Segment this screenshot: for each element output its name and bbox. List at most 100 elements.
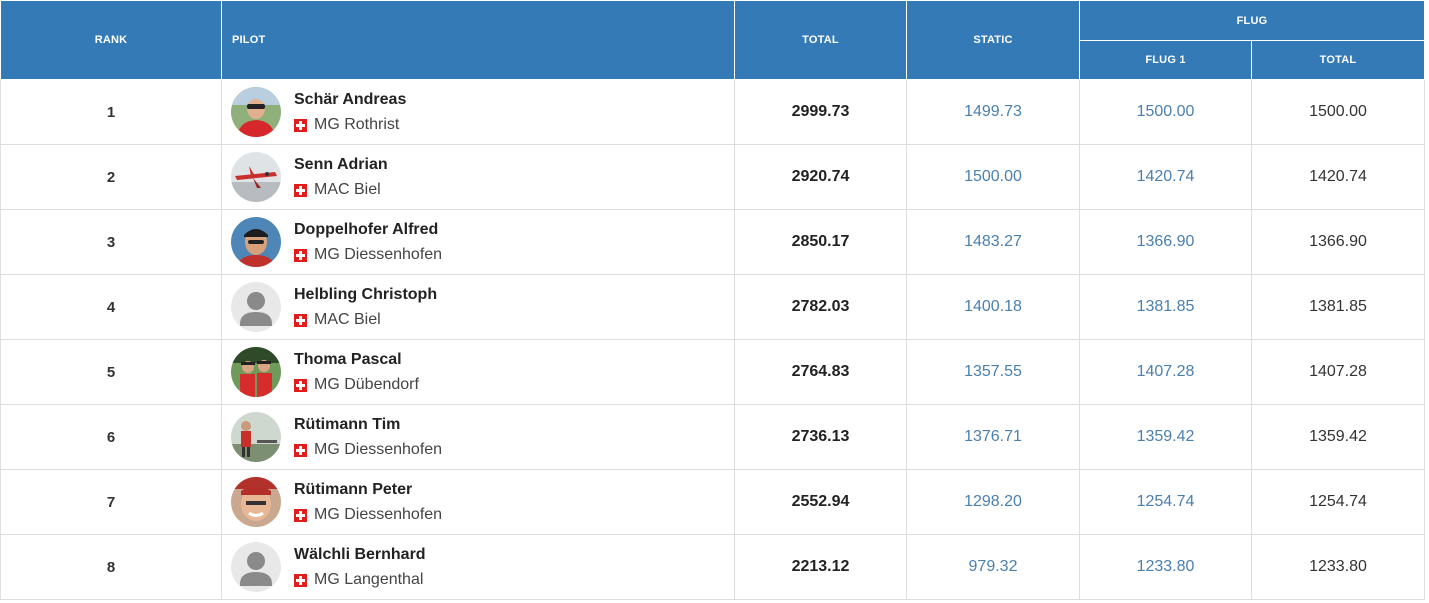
- table-row[interactable]: 2 Senn Adrian MAC Biel 2920.74 1500.00 1420.7…: [0, 144, 1425, 210]
- flug-total-cell: 1407.28: [1251, 339, 1425, 405]
- pilot-club: MG Diessenhofen: [294, 441, 442, 459]
- pilot-text: Schär Andreas MG Rothrist: [294, 90, 406, 134]
- total-cell: 2764.83: [734, 339, 907, 405]
- header-pilot[interactable]: PILOT: [221, 0, 735, 80]
- static-score-link[interactable]: 1298.20: [906, 469, 1080, 535]
- swiss-flag-icon: [294, 378, 307, 392]
- results-table-container: RANK PILOT TOTAL STATIC FLUG FLUG 1 TOTA…: [0, 0, 1425, 600]
- avatar: [231, 152, 281, 202]
- rank-cell: 2: [0, 144, 222, 210]
- table-header: RANK PILOT TOTAL STATIC FLUG FLUG 1 TOTA…: [0, 0, 1425, 80]
- static-score-link[interactable]: 1357.55: [906, 339, 1080, 405]
- avatar: [231, 347, 281, 397]
- flug1-score-link[interactable]: 1233.80: [1079, 534, 1252, 600]
- club-name: MG Rothrist: [314, 116, 400, 133]
- table-row[interactable]: 5 Thoma Pascal MG Dübendorf 2764.83 1357.55 1…: [0, 339, 1425, 405]
- total-cell: 2736.13: [734, 404, 907, 470]
- total-cell: 2999.73: [734, 79, 907, 145]
- pilot-text: Doppelhofer Alfred MG Diessenhofen: [294, 220, 442, 264]
- total-cell: 2850.17: [734, 209, 907, 275]
- pilot-cell: Rütimann Peter MG Diessenhofen: [221, 469, 735, 535]
- pilot-club: MG Dübendorf: [294, 376, 419, 394]
- rank-cell: 8: [0, 534, 222, 600]
- header-flug-total[interactable]: TOTAL: [1251, 40, 1425, 80]
- pilot-cell: Helbling Christoph MAC Biel: [221, 274, 735, 340]
- flug1-score-link[interactable]: 1254.74: [1079, 469, 1252, 535]
- header-flug-group: FLUG: [1079, 0, 1425, 41]
- header-flug1[interactable]: FLUG 1: [1079, 40, 1252, 80]
- pilot-club: MG Rothrist: [294, 116, 406, 134]
- avatar: [231, 217, 281, 267]
- total-cell: 2213.12: [734, 534, 907, 600]
- header-total[interactable]: TOTAL: [734, 0, 907, 80]
- static-score-link[interactable]: 1483.27: [906, 209, 1080, 275]
- header-rank[interactable]: RANK: [0, 0, 222, 80]
- swiss-flag-icon: [294, 508, 307, 522]
- pilot-name: Doppelhofer Alfred: [294, 221, 439, 238]
- flug-total-cell: 1381.85: [1251, 274, 1425, 340]
- static-score-link[interactable]: 1500.00: [906, 144, 1080, 210]
- club-name: MG Dübendorf: [314, 376, 419, 393]
- avatar: [231, 87, 281, 137]
- rank-cell: 6: [0, 404, 222, 470]
- flug1-score-link[interactable]: 1407.28: [1079, 339, 1252, 405]
- pilot-info: Rütimann Peter MG Diessenhofen: [231, 477, 734, 527]
- flug1-score-link[interactable]: 1359.42: [1079, 404, 1252, 470]
- swiss-flag-icon: [294, 573, 307, 587]
- pilot-name: Rütimann Peter: [294, 481, 413, 498]
- pilot-info: Thoma Pascal MG Dübendorf: [231, 347, 734, 397]
- static-score-link[interactable]: 1400.18: [906, 274, 1080, 340]
- pilot-cell: Doppelhofer Alfred MG Diessenhofen: [221, 209, 735, 275]
- swiss-flag-icon: [294, 118, 307, 132]
- club-name: MG Diessenhofen: [314, 246, 443, 263]
- pilot-cell: Thoma Pascal MG Dübendorf: [221, 339, 735, 405]
- table-row[interactable]: 7 Rütimann Peter MG Diessenhofen 2552.94 129…: [0, 469, 1425, 535]
- swiss-flag-icon: [294, 248, 307, 262]
- pilot-club: MG Langenthal: [294, 571, 426, 589]
- flug-total-cell: 1420.74: [1251, 144, 1425, 210]
- pilot-info: Wälchli Bernhard MG Langenthal: [231, 542, 734, 592]
- flug1-score-link[interactable]: 1420.74: [1079, 144, 1252, 210]
- rank-cell: 3: [0, 209, 222, 275]
- rank-cell: 7: [0, 469, 222, 535]
- pilot-info: Schär Andreas MG Rothrist: [231, 87, 734, 137]
- flug1-score-link[interactable]: 1381.85: [1079, 274, 1252, 340]
- pilot-text: Rütimann Peter MG Diessenhofen: [294, 480, 442, 524]
- club-name: MG Langenthal: [314, 571, 424, 588]
- table-body: 1 Schär Andreas MG Rothrist 2999.73 1499.73 1…: [0, 79, 1425, 600]
- club-name: MG Diessenhofen: [314, 441, 443, 458]
- table-row[interactable]: 3 Doppelhofer Alfred MG Diessenhofen 2850.1…: [0, 209, 1425, 275]
- swiss-flag-icon: [294, 443, 307, 457]
- table-row[interactable]: 6 Rütimann Tim MG Diessenhofen 2736.13 1376.…: [0, 404, 1425, 470]
- total-cell: 2782.03: [734, 274, 907, 340]
- pilot-text: Senn Adrian MAC Biel: [294, 155, 388, 199]
- pilot-club: MG Diessenhofen: [294, 506, 442, 524]
- avatar: [231, 412, 281, 462]
- pilot-name: Helbling Christoph: [294, 286, 438, 303]
- flug1-score-link[interactable]: 1500.00: [1079, 79, 1252, 145]
- pilot-cell: Wälchli Bernhard MG Langenthal: [221, 534, 735, 600]
- static-score-link[interactable]: 1499.73: [906, 79, 1080, 145]
- results-table: RANK PILOT TOTAL STATIC FLUG FLUG 1 TOTA…: [0, 0, 1425, 600]
- flug1-score-link[interactable]: 1366.90: [1079, 209, 1252, 275]
- rank-cell: 1: [0, 79, 222, 145]
- static-score-link[interactable]: 1376.71: [906, 404, 1080, 470]
- club-name: MAC Biel: [314, 311, 381, 328]
- table-row[interactable]: 1 Schär Andreas MG Rothrist 2999.73 1499.73 1…: [0, 79, 1425, 145]
- flug-total-cell: 1233.80: [1251, 534, 1425, 600]
- pilot-info: Rütimann Tim MG Diessenhofen: [231, 412, 734, 462]
- table-row[interactable]: 4 Helbling Christoph MAC Biel 2782.03 1400.1…: [0, 274, 1425, 340]
- avatar: [231, 542, 281, 592]
- static-score-link[interactable]: 979.32: [906, 534, 1080, 600]
- avatar: [231, 282, 281, 332]
- club-name: MAC Biel: [314, 181, 381, 198]
- swiss-flag-icon: [294, 313, 307, 327]
- rank-cell: 5: [0, 339, 222, 405]
- header-static[interactable]: STATIC: [906, 0, 1080, 80]
- pilot-text: Thoma Pascal MG Dübendorf: [294, 350, 419, 394]
- table-row[interactable]: 8 Wälchli Bernhard MG Langenthal 2213.12 979…: [0, 534, 1425, 600]
- pilot-text: Rütimann Tim MG Diessenhofen: [294, 415, 442, 459]
- pilot-text: Wälchli Bernhard MG Langenthal: [294, 545, 426, 589]
- flug-total-cell: 1500.00: [1251, 79, 1425, 145]
- flug-total-cell: 1366.90: [1251, 209, 1425, 275]
